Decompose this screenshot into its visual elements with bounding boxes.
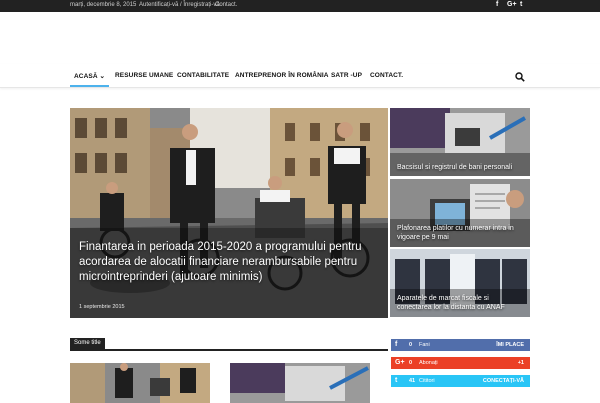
twitter-icon: t — [395, 377, 398, 384]
side-post[interactable]: Plafonarea platilor cu numerar intra in … — [390, 179, 530, 247]
facebook-label: Fani — [419, 342, 430, 348]
top-contact-link[interactable]: Contact. — [215, 2, 237, 8]
search-icon[interactable] — [515, 72, 525, 82]
chevron-down-icon: ⌄ — [99, 73, 106, 80]
featured-post-title[interactable]: Finantarea in perioada 2015-2020 a progr… — [79, 240, 379, 285]
top-bar: marți, decembrie 8, 2015 Autentificați-v… — [0, 0, 600, 12]
block-header: Some title — [70, 338, 388, 351]
side-post-title[interactable]: Bacsisul si registrul de bani personali — [397, 163, 523, 172]
facebook-like-button[interactable]: ÎMI PLACE — [496, 342, 524, 348]
side-post[interactable]: Bacsisul si registrul de bani personali — [390, 108, 530, 176]
twitter-counter[interactable]: t 41 Cititori CONECTAȚI-VĂ — [391, 375, 530, 387]
post-thumbnail-image — [230, 363, 370, 403]
facebook-count: 0 — [409, 342, 413, 348]
twitter-follow-button[interactable]: CONECTAȚI-VĂ — [483, 378, 524, 384]
google-plus-count: 0 — [409, 360, 413, 366]
nav-item-acasa[interactable]: ACASĂ ⌄ — [74, 72, 105, 80]
facebook-icon[interactable]: f — [496, 1, 498, 8]
nav-item-contabilitate[interactable]: CONTABILITATE — [177, 72, 229, 79]
side-post[interactable]: Aparatele de marcat fiscale si conectare… — [390, 249, 530, 317]
twitter-icon[interactable]: t — [520, 1, 522, 8]
active-nav-indicator — [70, 85, 109, 87]
google-plus-icon[interactable]: G+ — [507, 1, 517, 8]
side-post-title[interactable]: Aparatele de marcat fiscale si conectare… — [397, 294, 523, 312]
featured-image — [70, 108, 388, 318]
nav-item-antreprenor[interactable]: ANTREPRENOR ÎN ROMÂNIA — [235, 72, 329, 79]
google-plus-button[interactable]: +1 — [518, 360, 524, 366]
featured-post[interactable]: Finantarea in perioada 2015-2020 a progr… — [70, 108, 388, 318]
nav-item-start-up[interactable]: SATR -UP — [331, 72, 362, 79]
facebook-counter[interactable]: f 0 Fani ÎMI PLACE — [391, 339, 530, 351]
twitter-count: 41 — [409, 378, 416, 384]
google-plus-counter[interactable]: G+ 0 Abonați +1 — [391, 357, 530, 369]
nav-item-resurse-umane[interactable]: RESURSE UMANE — [115, 72, 173, 79]
google-plus-icon: G+ — [395, 359, 405, 366]
google-plus-label: Abonați — [419, 360, 438, 366]
side-post-title[interactable]: Plafonarea platilor cu numerar intra in … — [397, 224, 523, 242]
current-date: marți, decembrie 8, 2015 — [70, 2, 137, 8]
nav-item-contact[interactable]: CONTACT. — [370, 72, 403, 79]
twitter-label: Cititori — [419, 378, 435, 384]
featured-post-date: 1 septembrie 2015 — [79, 304, 125, 310]
login-register-link[interactable]: Autentificați-vă / Înregistrați-vă — [139, 2, 220, 8]
facebook-icon: f — [395, 341, 398, 348]
post-thumbnail[interactable] — [70, 363, 210, 403]
post-thumbnail-image — [70, 363, 210, 403]
post-thumbnail[interactable] — [230, 363, 370, 403]
block-title: Some title — [70, 338, 105, 350]
